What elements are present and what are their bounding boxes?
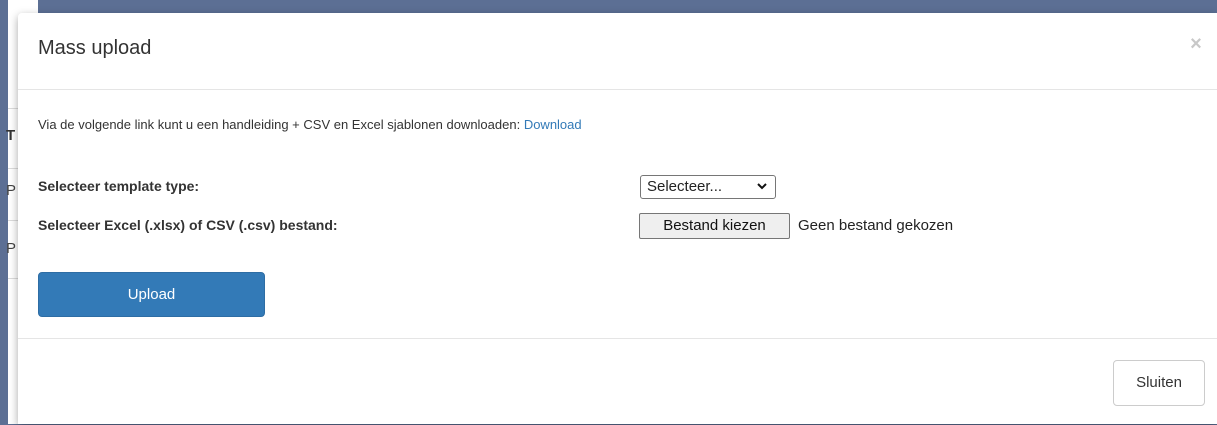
intro-text: Via de volgende link kunt u een handleid… [38, 117, 582, 132]
background-text: P [6, 182, 17, 199]
download-link[interactable]: Download [524, 117, 582, 132]
close-button[interactable]: Sluiten [1113, 360, 1205, 406]
template-type-select[interactable]: Selecteer... [640, 175, 776, 199]
chevron-down-icon [757, 183, 767, 190]
modal-footer: Sluiten [18, 338, 1217, 425]
choose-file-button[interactable]: Bestand kiezen [639, 213, 790, 239]
background-text: T [6, 127, 16, 144]
intro-label: Via de volgende link kunt u een handleid… [38, 117, 524, 132]
file-label: Selecteer Excel (.xlsx) of CSV (.csv) be… [38, 217, 338, 233]
background-text: P [6, 240, 17, 257]
close-icon[interactable]: × [1185, 33, 1207, 55]
file-status: Geen bestand gekozen [798, 217, 954, 234]
upload-button[interactable]: Upload [38, 272, 265, 317]
template-type-label: Selecteer template type: [38, 178, 200, 194]
modal-header: Mass upload × [18, 13, 1217, 90]
modal-title: Mass upload [38, 37, 152, 59]
mass-upload-modal: Mass upload × Via de volgende link kunt … [18, 13, 1217, 424]
template-type-value: Selecteer... [647, 178, 723, 195]
